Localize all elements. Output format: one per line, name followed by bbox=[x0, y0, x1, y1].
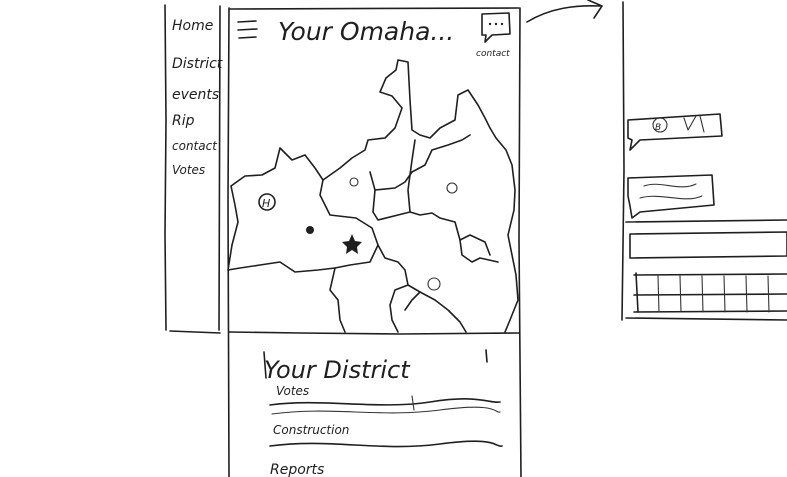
header: Your Omaha... contact bbox=[237, 12, 511, 59]
district-map[interactable]: H bbox=[227, 59, 520, 335]
message-bubble bbox=[627, 174, 715, 219]
sidebar-nav: Home District events Rip contact Votes bbox=[172, 18, 223, 177]
sidebar-item-home[interactable]: Home bbox=[172, 18, 213, 34]
sidebar-item-votes[interactable]: Votes bbox=[172, 163, 205, 177]
map-district-selected[interactable] bbox=[227, 147, 379, 273]
contact-link[interactable]: contact bbox=[476, 49, 510, 59]
district-panel: Your District Votes Construction Reports bbox=[263, 349, 503, 477]
text-input-bar[interactable] bbox=[625, 219, 787, 259]
district-item-reports[interactable]: Reports bbox=[270, 462, 324, 477]
map-district[interactable] bbox=[322, 59, 519, 333]
wireframe-sketch: Home District events Rip contact Votes Y… bbox=[164, 0, 787, 477]
district-marker[interactable] bbox=[349, 177, 359, 187]
sidebar-item-rip[interactable]: Rip bbox=[172, 113, 195, 129]
message-bubble-incoming: B bbox=[627, 113, 723, 151]
right-frame bbox=[621, 1, 787, 321]
district-item-votes[interactable]: Votes bbox=[276, 384, 309, 398]
district-marker[interactable] bbox=[427, 277, 441, 291]
svg-text:H: H bbox=[262, 197, 270, 210]
chat-bubble-icon[interactable] bbox=[481, 12, 511, 43]
page-title: Your Omaha... bbox=[278, 17, 454, 46]
sidebar-item-contact[interactable]: contact bbox=[172, 139, 218, 153]
keyboard-grid[interactable] bbox=[633, 272, 787, 313]
menu-icon[interactable] bbox=[237, 20, 258, 39]
location-dot-icon[interactable] bbox=[306, 226, 314, 234]
sidebar-item-district[interactable]: District bbox=[172, 56, 223, 72]
district-panel-title: Your District bbox=[264, 356, 411, 384]
svg-text:B: B bbox=[655, 123, 661, 133]
home-marker-icon[interactable]: H bbox=[258, 193, 276, 211]
district-item-construction[interactable]: Construction bbox=[273, 423, 349, 437]
flow-arrow bbox=[526, 0, 603, 23]
sidebar-item-events[interactable]: events bbox=[172, 87, 219, 103]
district-marker[interactable] bbox=[446, 182, 458, 194]
star-marker-icon[interactable] bbox=[342, 234, 362, 254]
phone-frame bbox=[227, 7, 522, 477]
